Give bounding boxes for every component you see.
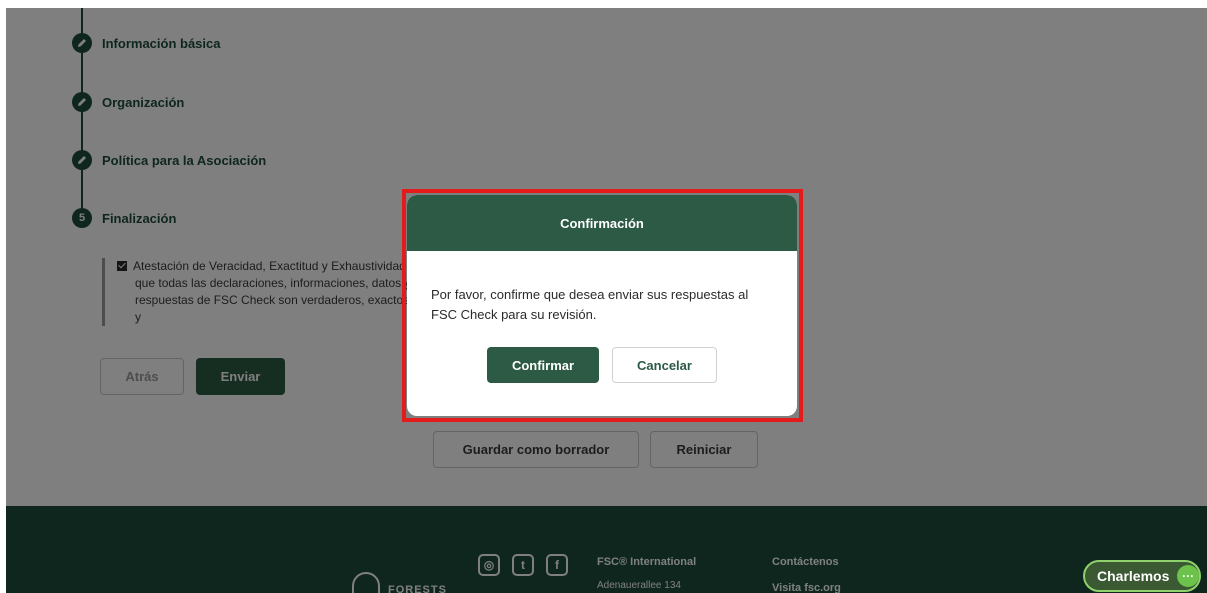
confirmation-dialog: Confirmación Por favor, confirme que des… [407, 195, 797, 416]
confirm-button[interactable]: Confirmar [487, 347, 599, 383]
dialog-actions: Confirmar Cancelar [487, 347, 717, 383]
chat-bubble-icon: ··· [1177, 565, 1199, 587]
cancel-button[interactable]: Cancelar [612, 347, 717, 383]
chat-label: Charlemos [1097, 568, 1170, 584]
dialog-message: Por favor, confirme que desea enviar sus… [431, 287, 749, 322]
chat-button[interactable]: Charlemos ··· [1083, 560, 1201, 592]
dialog-title: Confirmación [407, 195, 797, 251]
